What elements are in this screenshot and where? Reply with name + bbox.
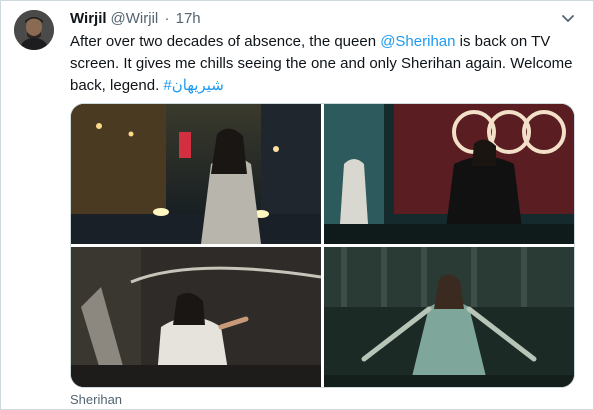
- media-photo-2[interactable]: [324, 104, 574, 244]
- display-name[interactable]: Wirjil: [70, 10, 107, 27]
- user-handle[interactable]: @Wirjil: [111, 10, 159, 27]
- hashtag-link[interactable]: #شيريهان: [163, 77, 223, 94]
- separator-dot: ·: [164, 10, 170, 27]
- tweet-header: Wirjil @Wirjil · 17h: [70, 9, 201, 29]
- media-photo-4[interactable]: [324, 247, 574, 387]
- mention-link[interactable]: @Sherihan: [380, 33, 455, 50]
- timestamp[interactable]: 17h: [176, 10, 201, 27]
- avatar[interactable]: [14, 10, 54, 50]
- chevron-down-icon: [562, 15, 574, 22]
- media-grid[interactable]: [70, 103, 575, 388]
- tweet-text-part-1: After over two decades of absence, the q…: [70, 33, 381, 50]
- media-photo-3[interactable]: [71, 247, 321, 387]
- more-options-button[interactable]: [557, 9, 579, 29]
- media-caption[interactable]: Sherihan: [70, 392, 122, 408]
- media-photo-1[interactable]: [71, 104, 321, 244]
- tweet-text: After over two decades of absence, the q…: [70, 31, 574, 97]
